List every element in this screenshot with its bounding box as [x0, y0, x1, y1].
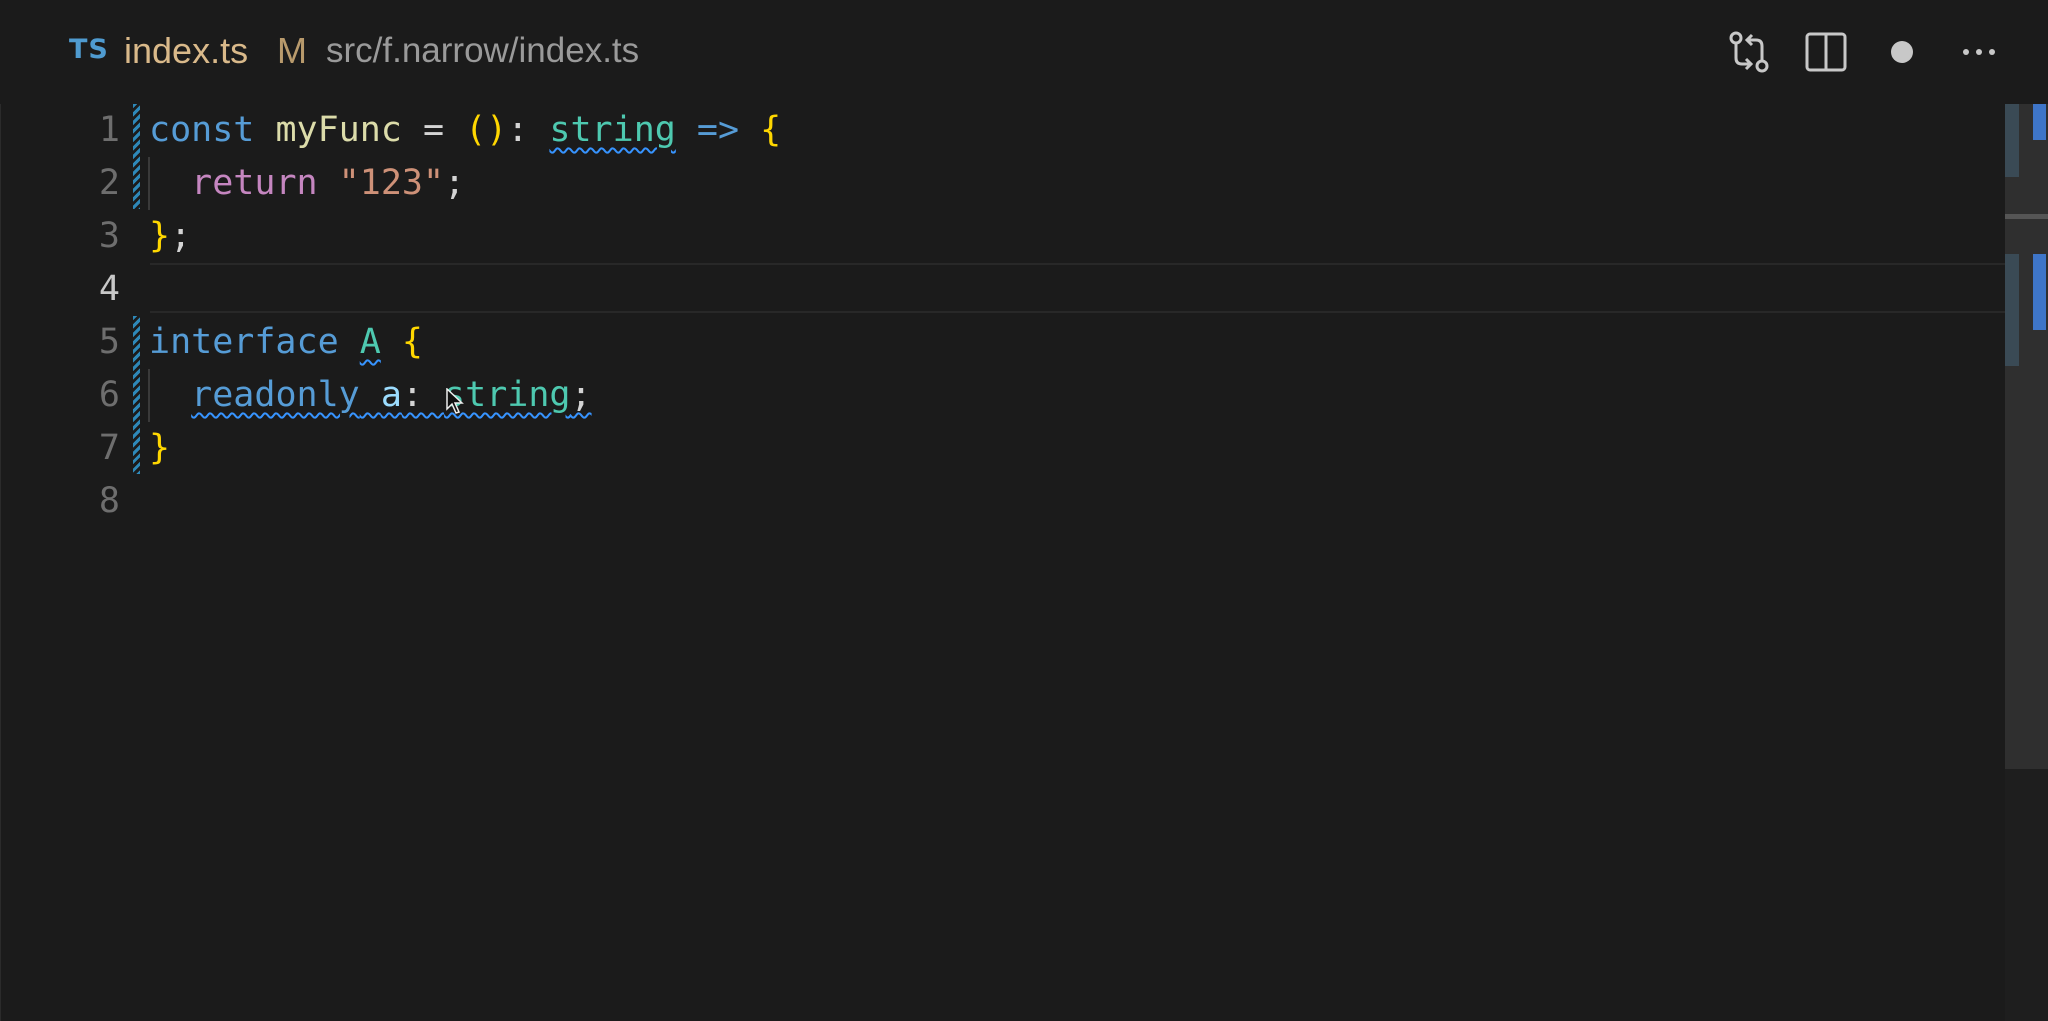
- keyword-token: const: [149, 110, 255, 150]
- line-number: 1: [98, 110, 120, 150]
- scrollbar-thumb[interactable]: [2005, 104, 2048, 769]
- typescript-icon: TS: [69, 34, 109, 65]
- overview-ruler-marker: [2033, 104, 2046, 140]
- punctuation-token: ;: [570, 375, 592, 415]
- code-line[interactable]: }: [149, 422, 170, 475]
- overview-ruler-mark: [2005, 104, 2019, 177]
- more-actions-icon[interactable]: [1954, 28, 2004, 76]
- unsaved-dot-icon[interactable]: [1877, 28, 1927, 76]
- punctuation-token: ;: [170, 216, 192, 256]
- code-line[interactable]: };: [149, 210, 191, 263]
- bracket-token: {: [401, 322, 423, 362]
- mouse-pointer-icon: [446, 387, 464, 414]
- type-token: string: [549, 110, 676, 150]
- bracket-token: {: [760, 110, 782, 150]
- line-number: 2: [98, 163, 120, 203]
- line-number-active: 4: [98, 269, 120, 309]
- overview-ruler-mark: [2005, 254, 2019, 366]
- modified-indicator: M: [277, 30, 307, 71]
- line-number: 8: [98, 481, 120, 521]
- editor-tab-header: TS index.ts M src/f.narrow/index.ts: [0, 0, 2048, 104]
- code-line[interactable]: readonly a: string;: [149, 369, 592, 422]
- punctuation-token: :: [401, 375, 445, 415]
- keyword-token: readonly: [191, 375, 360, 415]
- code-line[interactable]: interface A {: [149, 316, 423, 369]
- bracket-token: }: [149, 428, 171, 468]
- open-changes-icon[interactable]: [1724, 28, 1774, 76]
- split-editor-icon[interactable]: [1801, 28, 1851, 76]
- overview-ruler-marker: [2033, 254, 2046, 330]
- bracket-token: }: [149, 216, 171, 256]
- tab-file-name[interactable]: index.ts: [124, 30, 248, 72]
- overview-ruler-cursor: [2005, 214, 2048, 219]
- keyword-token: return: [191, 163, 318, 203]
- operator-token: =: [401, 110, 466, 150]
- code-line[interactable]: const myFunc = (): string => {: [149, 104, 781, 157]
- punctuation-token: :: [507, 110, 550, 150]
- punctuation-token: ;: [444, 163, 466, 203]
- identifier-token: myFunc: [275, 110, 402, 150]
- line-number: 6: [98, 375, 120, 415]
- keyword-token: interface: [149, 322, 339, 362]
- string-token: "123": [338, 163, 445, 203]
- code-editor[interactable]: 1 2 3 4 5 6 7 8 const myFunc = (): strin…: [0, 104, 2005, 1021]
- line-number: 5: [98, 322, 120, 362]
- type-token: A: [359, 322, 381, 362]
- diff-modified-bar: [133, 316, 140, 474]
- tab-file-path: src/f.narrow/index.ts: [326, 31, 640, 70]
- line-number: 7: [98, 428, 120, 468]
- property-token: a: [380, 375, 402, 415]
- code-line[interactable]: return "123";: [149, 157, 465, 210]
- current-line-highlight: [150, 263, 2005, 313]
- diff-modified-bar: [133, 104, 140, 209]
- line-number: 3: [98, 216, 120, 256]
- arrow-token: =>: [675, 110, 761, 150]
- bracket-token: (): [465, 110, 508, 150]
